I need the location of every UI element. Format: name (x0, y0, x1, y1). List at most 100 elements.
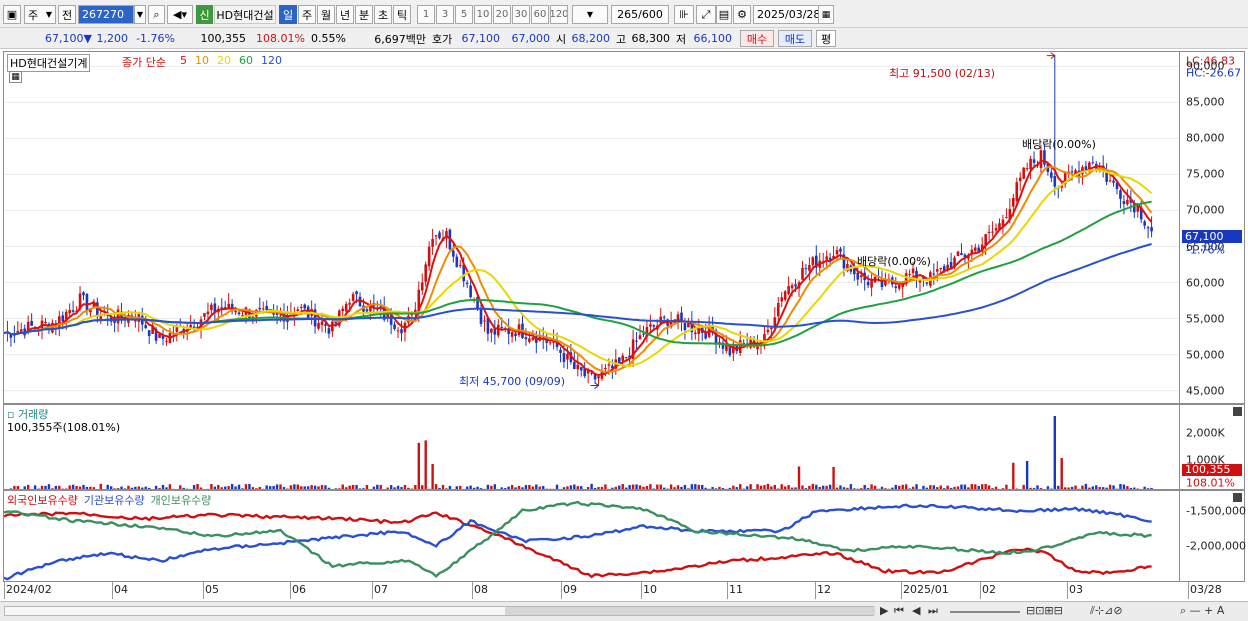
next-page-icon[interactable]: ⏭ (928, 604, 938, 618)
calendar-icon[interactable]: ▦ (818, 5, 834, 24)
price-panel[interactable]: HD현대건설기계 종가 단순 5 10 20 60 120 ▦ 최고 91,500 (0… (3, 51, 1180, 404)
candle-body (348, 302, 351, 305)
candle-body (1022, 167, 1025, 179)
candle-body (458, 264, 462, 266)
interval-button-3[interactable]: 10 (474, 5, 492, 24)
panel-close-icon[interactable] (1233, 407, 1242, 416)
grid-icon[interactable]: ▦ (9, 71, 22, 83)
sell-button[interactable]: 매도 (778, 30, 812, 47)
period-button-4[interactable]: 분 (355, 5, 373, 24)
scroll-thumb[interactable] (505, 607, 875, 615)
period-button-0[interactable]: 일 (279, 5, 297, 24)
candle-body (987, 231, 991, 234)
bottom-scroll-bar[interactable]: ▶ ⏮ ◀ ⏭ ⊟⊡⊞⊟ ⫽⊹⊿⊘ ⌕ — + A (0, 601, 1248, 621)
interval-button-0[interactable]: 1 (417, 5, 435, 24)
holdings-panel[interactable]: 외국인보유수량 기관보유수량 개인보유수량 (3, 490, 1180, 582)
volume-bar (1025, 461, 1029, 489)
candle-body (932, 273, 936, 275)
x-axis-tick (472, 582, 473, 599)
save-icon[interactable]: ▤ (716, 5, 732, 24)
candle-body (897, 284, 901, 289)
interval-button-5[interactable]: 30 (512, 5, 530, 24)
x-axis-tick (980, 582, 981, 599)
candle-body (393, 324, 396, 329)
new-button[interactable]: 신 (196, 5, 213, 24)
layout-icon[interactable]: ⊟⊡⊞⊟ (1026, 604, 1063, 617)
candle-body (1050, 172, 1053, 178)
period-button-3[interactable]: 년 (336, 5, 354, 24)
candle-body (908, 273, 911, 275)
interval-button-7[interactable]: 120 (550, 5, 568, 24)
candle-body (718, 341, 721, 343)
candle-body (617, 357, 621, 364)
panel-close-icon[interactable] (1233, 493, 1242, 502)
price-tick: 50,000 (1186, 348, 1225, 362)
current-price: 67,100▼ (45, 32, 92, 45)
tools-icon[interactable]: ⫽⊹⊿⊘ (1090, 604, 1123, 618)
interval-button-4[interactable]: 20 (493, 5, 511, 24)
low-marker (590, 382, 600, 389)
price-chart[interactable] (4, 52, 1180, 404)
candle-body (973, 247, 977, 251)
x-axis-tick (901, 582, 902, 599)
period-button-2[interactable]: 월 (317, 5, 335, 24)
candle-body (396, 330, 400, 332)
scroll-right-icon[interactable]: ▶ (880, 604, 888, 617)
candle-body (607, 364, 611, 366)
interval-button-1[interactable]: 3 (436, 5, 454, 24)
period-button-1[interactable]: 주 (298, 5, 316, 24)
candle-body (725, 344, 728, 351)
candle-body (355, 291, 358, 295)
window-icon[interactable]: ▣ (3, 5, 21, 24)
candle-body (85, 293, 89, 312)
search-icon[interactable]: ⌕ (148, 5, 165, 24)
interval-button-6[interactable]: 60 (531, 5, 549, 24)
holdings-tick-2: -2,000,000 (1186, 539, 1246, 553)
date-input[interactable]: 2025/03/28 (753, 5, 819, 24)
x-axis-tick (112, 582, 113, 599)
candle-body (770, 328, 773, 330)
volume-bar (424, 440, 427, 489)
period-button-6[interactable]: 틱 (393, 5, 411, 24)
speaker-icon[interactable]: ◀▾ (167, 5, 193, 24)
candle-body (870, 279, 873, 288)
period-button-5[interactable]: 초 (374, 5, 392, 24)
code-dropdown-icon[interactable]: ▼ (134, 5, 146, 24)
price-panel-title[interactable]: HD현대건설기계 (7, 54, 91, 72)
candle-body (479, 309, 483, 324)
prev-button[interactable]: 전 (58, 5, 76, 24)
interval-button-2[interactable]: 5 (455, 5, 473, 24)
ma-10-line (4, 165, 1153, 373)
scroll-track[interactable] (4, 606, 875, 616)
x-axis-label: 2025/01 (903, 583, 949, 596)
candle-body (496, 324, 500, 336)
gear-icon[interactable]: ⚙ (733, 5, 751, 24)
line-tool-icon[interactable]: ⤢ (696, 5, 716, 24)
candle-body (604, 368, 607, 370)
avg-button[interactable]: 평 (816, 30, 836, 47)
candle-body (853, 268, 856, 275)
candle-icon[interactable]: ⊪ (674, 5, 694, 24)
candle-body (1143, 221, 1146, 226)
candle-body (299, 306, 303, 308)
volume-chart[interactable] (4, 405, 1180, 490)
candle-body (783, 291, 787, 300)
candle-body (510, 332, 514, 337)
count-display[interactable]: 265/600 (611, 5, 669, 24)
candle-body (642, 333, 645, 335)
candle-body (1043, 150, 1046, 165)
current-price-tag: 67,100 (1182, 230, 1242, 243)
volume-panel[interactable]: ▫ 거래량 100,355주(108.01%) (3, 404, 1180, 490)
zoom-icon[interactable]: ⌕ — + A (1180, 604, 1224, 618)
candle-body (61, 315, 65, 322)
prev-page-icon[interactable]: ◀ (912, 604, 920, 617)
period-type-select[interactable]: 주 ▼ (24, 5, 56, 24)
high-annotation: 최고 91,500 (02/13) (889, 67, 996, 80)
interval-dropdown[interactable]: ▼ (572, 5, 608, 24)
stock-code-input[interactable]: 267270 (78, 5, 134, 24)
buy-button[interactable]: 매수 (740, 30, 774, 47)
first-page-icon[interactable]: ⏮ (894, 604, 904, 618)
candle-body (1025, 168, 1029, 170)
candle-body (189, 324, 192, 328)
zoom-slider[interactable] (950, 611, 1020, 613)
